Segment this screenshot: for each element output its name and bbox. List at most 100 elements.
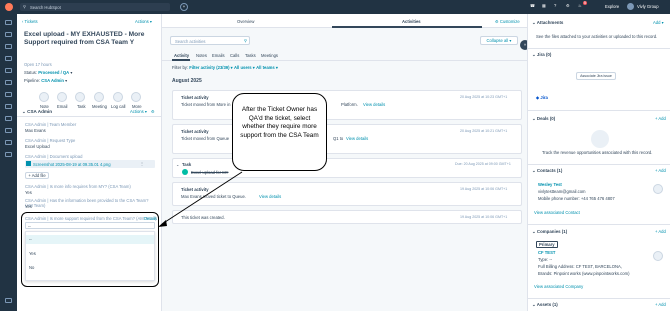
contacts-add-button[interactable]: + Add [655,168,666,173]
bookmark-icon[interactable] [5,20,12,25]
file-options-icon[interactable]: ⋮ [140,161,144,166]
activity-date: Due: 20 Aug 2025 at 09:00 GMT+1 [455,162,511,166]
view-details-link[interactable]: View details [259,194,281,199]
deals-add-button[interactable]: + Add [655,116,666,121]
contacts-icon[interactable] [5,32,12,37]
settings-icon[interactable]: ⚙ [566,3,570,8]
settings-icon[interactable]: ⚙ [151,109,155,114]
ticket-title[interactable]: Excel upload - MY EXHAUSTED - More Suppo… [24,31,154,47]
companies-add-button[interactable]: + Add [655,229,666,234]
commerce-icon[interactable] [5,128,12,133]
service-icon[interactable] [5,68,12,73]
subtab-emails[interactable]: Emails [212,53,225,58]
deals-header[interactable]: ⌄ Deals (0) [532,116,555,122]
view-associated-company-link[interactable]: View associated Company [534,284,583,289]
csa-admin-section-toggle[interactable]: ⌄ CSA Admin [22,109,52,115]
marketing-icon[interactable] [5,44,12,49]
filter-teams-dropdown[interactable]: All teams ▾ [256,65,278,70]
apps-icon[interactable]: ▦ [542,3,546,8]
q3-select[interactable]: -- [25,222,155,229]
subtab-meetings[interactable]: Meetings [261,53,278,58]
global-search[interactable]: ⚲ Search HubSpot [20,3,170,11]
field-value[interactable]: Max Evans [25,128,46,133]
dropdown-option[interactable]: Yes [26,249,154,258]
section-actions-menu[interactable]: Actions ▾ [130,109,147,114]
subtab-active-underline [172,59,190,61]
attachments-header[interactable]: ⌄ Attachments [532,20,563,26]
add-file-button[interactable]: + Add file [25,172,49,179]
hubspot-logo-icon[interactable] [5,3,13,11]
email-action-icon[interactable] [57,92,67,102]
reporting-icon[interactable] [5,92,12,97]
company-name[interactable]: CF TEST [538,250,555,255]
collapse-all-button[interactable]: Collapse all ▾ [480,36,518,45]
more-action-icon[interactable] [131,92,141,102]
task-action-icon[interactable] [75,92,85,102]
explore-button[interactable]: Explore [605,4,619,9]
contact-email[interactable]: vivlytestteam@gmail.com [538,189,586,194]
avatar[interactable] [627,3,634,10]
help-icon[interactable]: ? [554,3,556,8]
content-icon[interactable] [5,116,12,121]
subtab-tasks[interactable]: Tasks [245,53,256,58]
note-action-icon[interactable] [39,92,49,102]
view-details-link[interactable]: View details [363,102,385,107]
jira-logo: ◆ Jira [536,95,548,100]
filter-activity-dropdown[interactable]: Filter activity (23/39) ▾ [189,65,233,70]
global-search-placeholder: Search HubSpot [30,4,61,10]
add-icon[interactable]: + [180,3,188,11]
filter-users-dropdown[interactable]: All users ▾ [234,65,255,70]
subtab-activity[interactable]: Activity [174,53,189,58]
jira-header[interactable]: ⌄ Jira (0) [532,52,551,58]
phone-icon[interactable]: ☎ [530,3,535,8]
associate-jira-button[interactable]: Associate Jira issue [576,72,616,80]
activity-date: 20 Aug 2025 at 10:23 GMT+1 [460,95,508,99]
field-value[interactable]: Excel Upload [25,144,50,149]
activity-date: 19 Aug 2025 at 10:06 GMT+1 [460,187,508,191]
tab-active-underline [332,26,482,28]
dropdown-option[interactable]: -- [26,235,154,244]
view-details-link[interactable]: View details [346,136,368,141]
callout-arrow [158,171,243,227]
attachments-add-button[interactable]: Add ▾ [653,20,664,25]
automation-icon[interactable] [5,80,12,85]
assets-add-button[interactable]: + Add [655,302,666,307]
activity-card[interactable]: Ticket activity 20 Aug 2025 at 10:21 GMT… [172,124,522,154]
main-tabs: Overview Activities ⚙ Customize [162,14,527,28]
ticket-pipeline[interactable]: Pipeline: CSA Admin ▾ [24,78,67,83]
subtab-notes[interactable]: Notes [196,53,207,58]
view-associated-contact-link[interactable]: View associated Contact [534,210,580,215]
data-icon[interactable] [5,104,12,109]
tab-activities[interactable]: Activities [402,19,421,24]
collapse-nav-icon[interactable] [5,298,12,303]
notifications-icon[interactable]: ♨ [578,3,582,8]
account-name[interactable]: Vivly Group [637,4,659,9]
field-label: CSA Admin | Document upload [25,154,83,159]
more-tools-icon[interactable] [5,152,12,157]
filter-label: Filter by: [172,65,189,70]
log-call-action-icon[interactable] [113,92,123,102]
library-icon[interactable] [5,140,12,145]
sales-icon[interactable] [5,56,12,61]
activity-card[interactable]: Ticket activity 20 Aug 2025 at 10:23 GMT… [172,90,522,120]
contacts-header[interactable]: ⌄ Contacts (1) [532,168,562,174]
record-actions-menu[interactable]: Actions ▾ [135,19,152,24]
notification-badge: 5 [583,1,587,5]
document-file-name[interactable]: Screenshot 2025-08-19 at 09.35.01 4.png [33,162,111,167]
email-action-label: Email [57,104,68,109]
companies-header[interactable]: ⌄ Companies (1) [532,229,567,235]
customize-tab-button[interactable]: ⚙ Customize [495,19,520,24]
contact-name[interactable]: Wesley Test [538,182,562,187]
dropdown-option[interactable]: No [26,263,154,272]
callout-text: After the Ticket Owner has QA'd the tick… [240,106,319,139]
assets-header[interactable]: ⌄ Assets (1) [532,302,558,308]
ticket-status[interactable]: Status: Processed / QA ▾ [24,70,72,75]
q1-value[interactable]: Yes [25,190,32,195]
activity-search-input[interactable]: Search activities ⚲ [170,36,250,45]
back-to-tickets-link[interactable]: ‹ Tickets [22,19,38,24]
q2-value[interactable]: Yes [25,204,32,209]
document-file-row[interactable]: Screenshot 2025-08-19 at 09.35.01 4.png … [25,160,155,168]
tab-overview[interactable]: Overview [237,19,254,24]
subtab-calls[interactable]: Calls [230,53,239,58]
meeting-action-icon[interactable] [94,92,104,102]
